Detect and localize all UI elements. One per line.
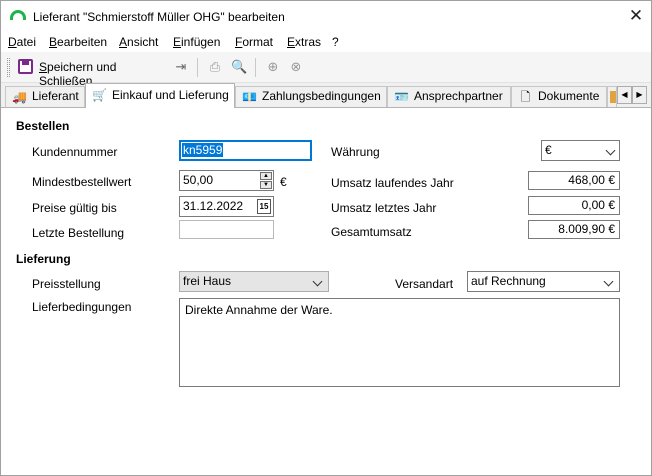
umsatz-laufendes-jahr-label: Umsatz laufendes Jahr [331, 176, 454, 190]
menu-help[interactable]: ? [332, 35, 339, 49]
preise-gueltig-input[interactable]: 31.12.2022 15 [179, 196, 274, 217]
section-lieferung: Lieferung [16, 252, 71, 266]
menu-bar: Datei Bearbeiten Ansicht Einfügen Format… [1, 32, 651, 52]
currency-unit: € [280, 175, 287, 189]
tab-lieferant[interactable]: 🚚 Lieferant [5, 86, 85, 107]
tab-scroll-right-button[interactable]: ▶ [632, 86, 647, 104]
print-icon[interactable]: ⎙ [207, 59, 223, 75]
contact-card-icon: 🪪 [394, 90, 409, 104]
letzte-bestellung-label: Letzte Bestellung [32, 226, 125, 240]
app-icon [10, 10, 26, 20]
mindestbestellwert-input[interactable]: 50,00 ▲ ▼ [179, 170, 274, 191]
calendar-icon[interactable]: 15 [257, 199, 271, 214]
chevron-down-icon [605, 145, 616, 156]
preisstellung-label: Preisstellung [32, 277, 101, 291]
tab-ansprechpartner[interactable]: 🪪 Ansprechpartner [387, 86, 511, 107]
waehrung-select[interactable]: € [541, 140, 620, 161]
tab-scroll-left-button[interactable]: ◀ [617, 86, 632, 104]
cart-icon: 🛒 [92, 88, 107, 102]
export-icon[interactable]: ⇥ [173, 59, 189, 75]
preisstellung-select[interactable]: frei Haus [179, 271, 329, 292]
print-preview-icon[interactable]: 🔍 [231, 59, 247, 75]
save-and-close-button[interactable]: Speichern und Schließen [15, 57, 171, 88]
letzte-bestellung-field [179, 220, 274, 239]
umsatz-letztes-jahr-label: Umsatz letztes Jahr [331, 201, 437, 215]
tab-partial[interactable] [607, 86, 617, 107]
umsatz-laufendes-jahr-value: 468,00 € [528, 171, 620, 190]
menu-ansicht[interactable]: Ansicht [119, 35, 158, 49]
menu-bearbeiten[interactable]: Bearbeiten [49, 35, 107, 49]
menu-extras[interactable]: Extras [287, 35, 321, 49]
title-bar: Lieferant "Schmierstoff Müller OHG" bear… [1, 1, 651, 32]
preise-gueltig-label: Preise gültig bis [32, 201, 117, 215]
toolbar: Speichern und Schließen ⇥ ⎙ 🔍 ⊕ ⊗ [1, 52, 651, 88]
window-title: Lieferant "Schmierstoff Müller OHG" bear… [33, 10, 285, 24]
menu-einfuegen[interactable]: Einfügen [173, 35, 220, 49]
toolbar-separator [197, 58, 198, 77]
tab-dokumente[interactable]: 🗋 Dokumente [511, 86, 607, 107]
section-bestellen: Bestellen [16, 119, 70, 133]
lieferbedingungen-label: Lieferbedingungen [32, 300, 132, 314]
delete-record-icon[interactable]: ⊗ [288, 59, 304, 75]
folder-icon [610, 91, 616, 103]
gesamtumsatz-value: 8.009,90 € [528, 220, 620, 239]
new-record-icon[interactable]: ⊕ [265, 59, 281, 75]
toolbar-separator [255, 58, 256, 77]
mindestbestellwert-spinner[interactable]: ▲ ▼ [260, 172, 272, 189]
menu-format[interactable]: Format [235, 35, 273, 49]
save-icon [18, 59, 33, 74]
versandart-select[interactable]: auf Rechnung [467, 271, 620, 292]
tab-einkauf-und-lieferung[interactable]: 🛒 Einkauf und Lieferung [85, 83, 235, 108]
chevron-down-icon [603, 276, 614, 287]
versandart-label: Versandart [395, 277, 454, 291]
window: Lieferant "Schmierstoff Müller OHG" bear… [0, 0, 652, 476]
document-icon: 🗋 [520, 90, 531, 104]
money-icon: 💶 [242, 90, 257, 104]
lieferbedingungen-textarea[interactable]: Direkte Annahme der Ware. [179, 298, 620, 387]
chevron-down-icon [312, 276, 323, 287]
kundennummer-input[interactable]: kn5959 [179, 140, 312, 161]
truck-icon: 🚚 [12, 90, 27, 104]
close-icon[interactable]: ✕ [625, 6, 647, 26]
kundennummer-label: Kundennummer [32, 145, 118, 159]
mindestbestellwert-label: Mindestbestellwert [32, 175, 132, 189]
gesamtumsatz-label: Gesamtumsatz [331, 225, 412, 239]
menu-datei[interactable]: Datei [8, 35, 36, 49]
toolbar-grip[interactable] [7, 58, 10, 77]
tab-zahlungsbedingungen[interactable]: 💶 Zahlungsbedingungen [235, 86, 387, 107]
tab-panel-einkauf-und-lieferung: Bestellen Kundennummer kn5959 Mindestbes… [1, 107, 651, 475]
umsatz-letztes-jahr-value: 0,00 € [528, 196, 620, 215]
waehrung-label: Währung [331, 145, 380, 159]
tab-strip: 🚚 Lieferant 🛒 Einkauf und Lieferung 💶 Za… [1, 83, 651, 108]
